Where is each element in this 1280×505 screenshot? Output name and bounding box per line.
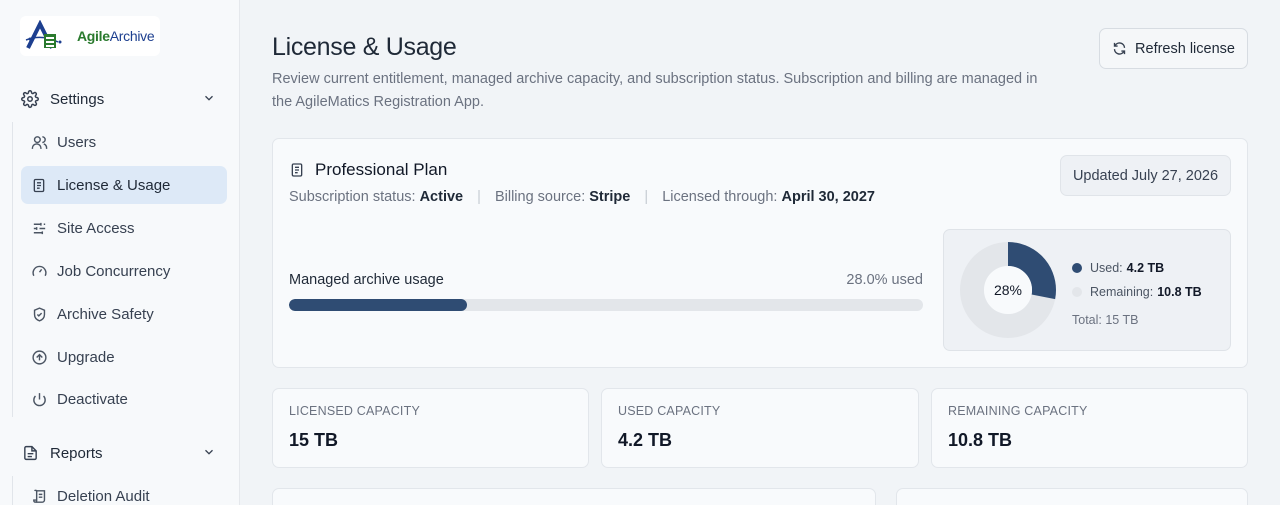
logo-text-agile: Agile	[77, 28, 110, 44]
sidebar-item-site-access[interactable]: Site Access	[21, 209, 227, 247]
bottom-card-left	[272, 488, 876, 505]
sidebar-item-deletion-audit[interactable]: Deletion Audit	[21, 477, 227, 505]
plan-meta: Subscription status: Active | Billing so…	[289, 189, 875, 205]
shield-icon	[29, 304, 49, 324]
stat-label: REMAINING CAPACITY	[948, 404, 1088, 418]
legend-used-value: 4.2 TB	[1126, 261, 1165, 275]
status-value: Active	[419, 189, 464, 205]
meta-separator: |	[644, 189, 649, 205]
chevron-down-icon	[205, 95, 213, 101]
refresh-icon	[1113, 42, 1126, 55]
billing-label: Billing source:	[494, 189, 586, 205]
status-label: Subscription status:	[289, 189, 416, 205]
stat-value: 10.8 TB	[948, 430, 1013, 450]
sidebar-item-label: Site Access	[57, 219, 135, 237]
usage-legend: Used: 4.2 TB Remaining: 10.8 TB Total: 1…	[1072, 256, 1202, 332]
gauge-icon	[29, 261, 49, 281]
stat-value: 4.2 TB	[618, 430, 673, 450]
report-icon	[20, 443, 40, 463]
users-icon	[29, 132, 49, 152]
logo-text-archive: Archive	[109, 28, 155, 44]
sidebar-item-label: Deactivate	[57, 390, 128, 408]
page-title: License & Usage	[272, 33, 457, 61]
page-description: Review current entitlement, managed arch…	[272, 71, 1038, 110]
stat-label: USED CAPACITY	[618, 404, 721, 418]
legend-used-label: Used:	[1090, 261, 1123, 275]
reports-tree-line	[12, 476, 13, 505]
plan-title: Professional Plan	[289, 160, 447, 180]
plan-card: Professional Plan Subscription status: A…	[272, 138, 1248, 368]
legend-used-swatch	[1072, 263, 1082, 273]
billing-value: Stripe	[589, 189, 631, 205]
sidebar-section-reports[interactable]: Reports	[20, 436, 228, 470]
sidebar-item-license-usage[interactable]: License & Usage	[21, 166, 227, 204]
plan-name: Professional Plan	[315, 160, 448, 179]
legend-total: Total: 15 TB	[1072, 313, 1139, 327]
sidebar-item-job-concurrency[interactable]: Job Concurrency	[21, 252, 227, 290]
stat-card-remaining: REMAINING CAPACITY 10.8 TB	[931, 388, 1248, 468]
sidebar-item-label: License & Usage	[57, 176, 171, 194]
document-icon	[29, 175, 49, 195]
legend-remaining-swatch	[1072, 287, 1082, 297]
logo-text: AgileArchive	[77, 28, 155, 44]
legend-remaining-label: Remaining:	[1090, 285, 1154, 299]
stat-card-licensed: LICENSED CAPACITY 15 TB	[272, 388, 589, 468]
legend-remaining: Remaining: 10.8 TB	[1072, 280, 1202, 304]
legend-remaining-value: 10.8 TB	[1157, 285, 1202, 299]
refresh-license-label: Refresh license	[1135, 40, 1235, 57]
arrow-up-circle-icon	[29, 347, 49, 367]
licensed-label: Licensed through:	[662, 189, 778, 205]
stat-value: 15 TB	[289, 430, 339, 450]
meta-separator: |	[477, 189, 481, 205]
usage-label: Managed archive usage	[289, 272, 444, 288]
sidebar-item-label: Deletion Audit	[57, 487, 150, 505]
chevron-down-icon	[205, 449, 213, 455]
usage-progress-bar	[289, 299, 923, 311]
scroll-icon	[29, 486, 49, 505]
legend-used: Used: 4.2 TB	[1072, 256, 1202, 280]
updated-badge: Updated July 27, 2026	[1060, 155, 1231, 196]
sidebar-section-settings-label: Settings	[50, 90, 105, 108]
document-icon	[291, 163, 303, 177]
sidebar-item-label: Users	[57, 133, 97, 151]
gear-icon	[20, 89, 40, 109]
sidebar-section-settings[interactable]: Settings	[20, 82, 228, 116]
donut-center-label: 28%	[994, 282, 1022, 298]
sidebar-item-deactivate[interactable]: Deactivate	[21, 380, 227, 418]
stat-label: LICENSED CAPACITY	[289, 404, 420, 418]
usage-percent: 28.0% used	[846, 272, 923, 288]
sidebar-item-label: Upgrade	[57, 348, 115, 366]
sidebar-item-archive-safety[interactable]: Archive Safety	[21, 295, 227, 333]
power-icon	[29, 389, 49, 409]
sidebar-item-users[interactable]: Users	[21, 123, 227, 161]
sidebar: AgileArchive Settings Users License & Us…	[0, 0, 240, 505]
logo-mark-icon	[25, 20, 62, 49]
bottom-card-right	[896, 488, 1248, 505]
licensed-value: April 30, 2027	[781, 189, 876, 205]
refresh-license-button[interactable]: Refresh license	[1099, 28, 1248, 69]
sliders-icon	[29, 218, 49, 238]
sidebar-item-upgrade[interactable]: Upgrade	[21, 338, 227, 376]
sidebar-item-label: Job Concurrency	[57, 262, 171, 280]
stat-card-used: USED CAPACITY 4.2 TB	[601, 388, 919, 468]
app-logo[interactable]: AgileArchive	[20, 16, 160, 56]
settings-tree-line	[12, 122, 13, 417]
sidebar-item-label: Archive Safety	[57, 305, 154, 323]
usage-donut-chart: 28%	[960, 242, 1056, 338]
sidebar-section-reports-label: Reports	[50, 444, 103, 462]
usage-donut-panel: 28% Used: 4.2 TB Remaining: 10.8 TB Tota…	[943, 229, 1231, 351]
usage-progress-fill	[289, 299, 467, 311]
